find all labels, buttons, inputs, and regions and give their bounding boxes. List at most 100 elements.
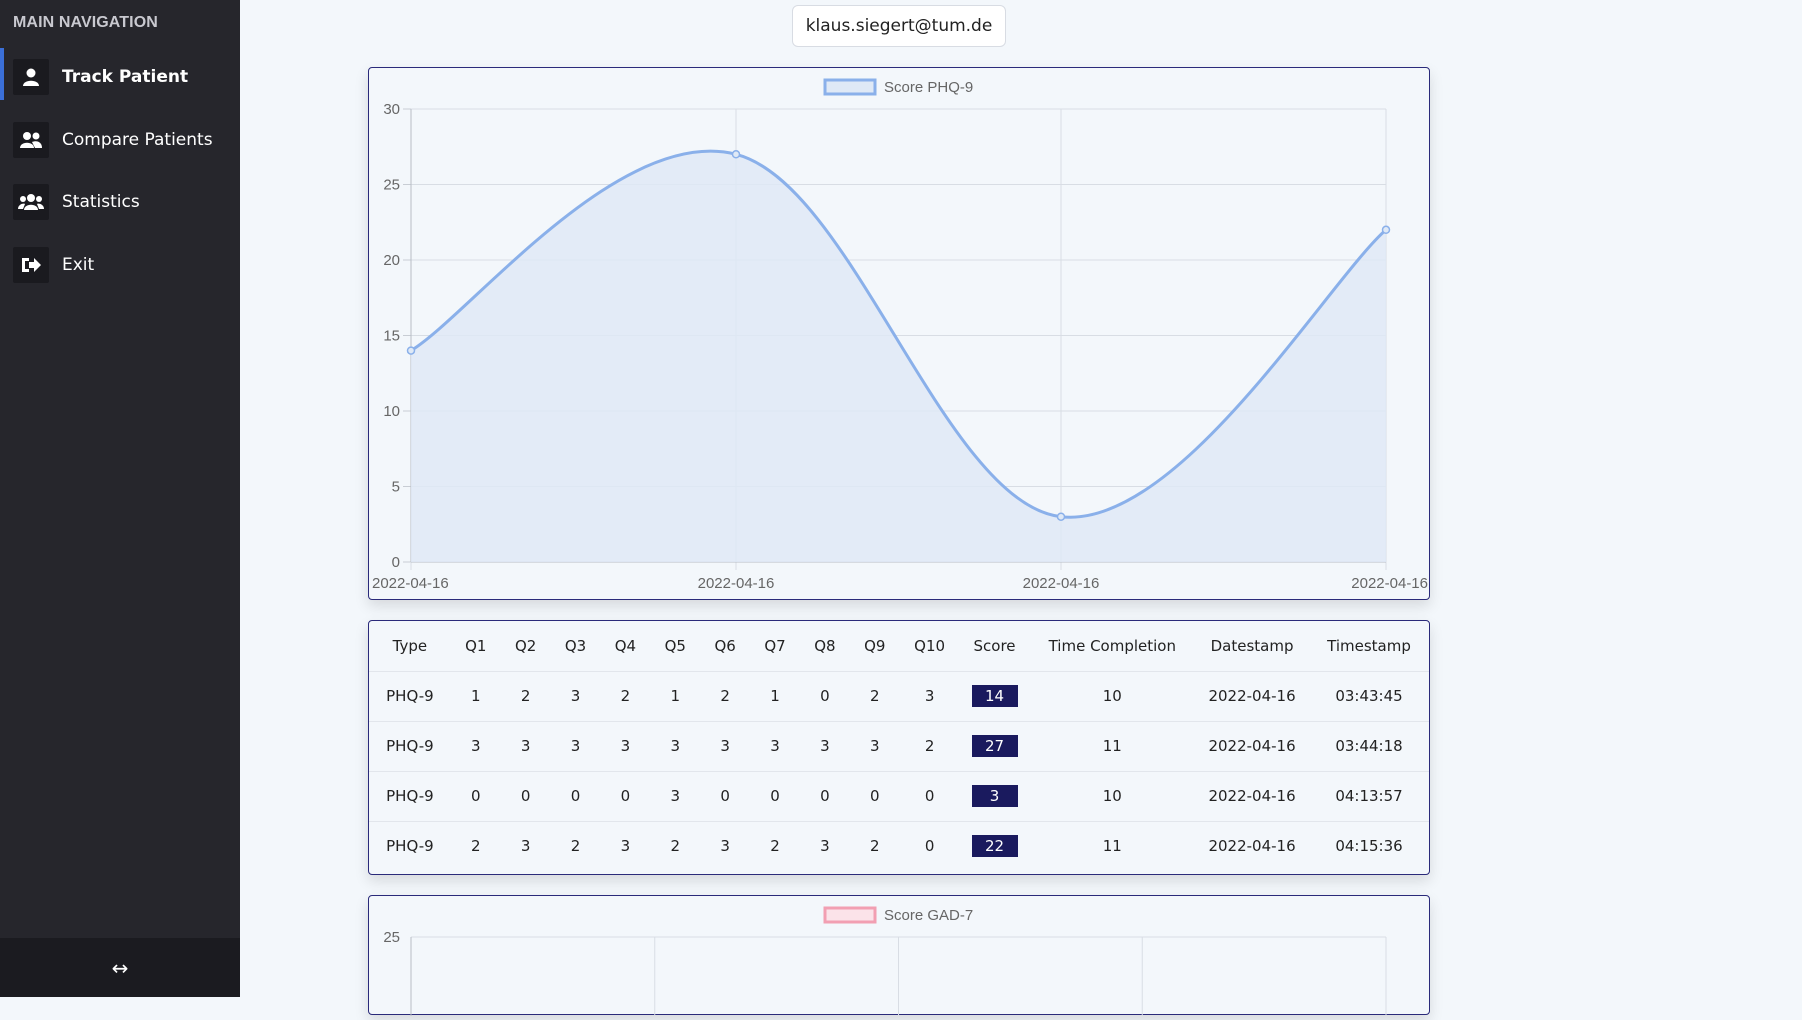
table-cell: 3 xyxy=(600,820,651,871)
table-cell: 2 xyxy=(899,720,960,771)
table-cell: 10 xyxy=(1029,770,1196,821)
nav-label: Track Patient xyxy=(62,67,189,87)
column-header: Score xyxy=(973,636,1016,655)
table-cell: 3 xyxy=(550,720,601,771)
table-cell: 04:13:57 xyxy=(1309,770,1429,821)
data-point xyxy=(731,150,741,159)
table-cell: 0 xyxy=(849,770,900,821)
table-cell: 11 xyxy=(1029,720,1196,771)
table-cell: 0 xyxy=(600,770,651,821)
y-tick-label: 10 xyxy=(383,403,400,420)
x-tick-label: 2022-04-16 xyxy=(372,575,449,592)
column-header: Type xyxy=(392,636,428,655)
table-cell: 0 xyxy=(799,770,850,821)
table-cell: 2 xyxy=(750,820,800,871)
column-header: Q2 xyxy=(514,636,537,655)
table-cell: 0 xyxy=(500,770,551,821)
table-cell: 2 xyxy=(700,670,751,721)
table-cell: PHQ-9 xyxy=(369,820,451,871)
column-header: Q10 xyxy=(914,636,946,655)
results-table-card: Type Q1 Q2 Q3 Q4 Q5 Q6 Q7 Q8 Q9 Q10 Score Time Compl… xyxy=(368,620,1430,875)
user-icon xyxy=(13,59,49,95)
table-header-row: Type Q1 Q2 Q3 Q4 Q5 Q6 Q7 Q8 Q9 Q10 Score Time Compl… xyxy=(369,621,1429,671)
table-cell: 3 xyxy=(700,720,751,771)
table-cell: 0 xyxy=(450,770,501,821)
table-cell: 11 xyxy=(1029,820,1196,871)
phq9-chart: Score PHQ-9 0 5 10 15 20 25 30 2022-04-16 2022-04… xyxy=(372,78,1428,592)
phq9-chart-card: Score PHQ-9 0 5 10 15 20 25 30 2022-04-16 2022-04… xyxy=(368,67,1430,600)
table-cell: 14 xyxy=(959,670,1030,721)
table-row: PHQ-9 1 2 3 2 1 2 1 0 2 3 14 10 2022-04-16 03:43:45 xyxy=(369,670,1429,721)
table-cell: 0 xyxy=(700,770,751,821)
score-badge: 3 xyxy=(971,785,1018,807)
table-cell: 2 xyxy=(849,670,900,721)
table-cell: 03:43:45 xyxy=(1309,670,1429,721)
table-row: PHQ-9 0 0 0 0 3 0 0 0 0 0 3 10 2022-04-16 04:13:57 xyxy=(369,770,1429,821)
table-row: PHQ-9 2 3 2 3 2 3 2 3 2 0 22 11 2022-04-16 04:15:36 xyxy=(369,820,1429,871)
results-table: Type Q1 Q2 Q3 Q4 Q5 Q6 Q7 Q8 Q9 Q10 Score Time Compl… xyxy=(369,621,1429,871)
table-cell: 2 xyxy=(450,820,501,871)
users-icon xyxy=(13,122,49,158)
sidebar-toggle-icon[interactable]: ↔ xyxy=(112,956,129,980)
table-cell: 3 xyxy=(799,720,850,771)
table-cell: 03:44:18 xyxy=(1309,720,1429,771)
column-header: Timestamp xyxy=(1327,636,1411,655)
table-cell: 2022-04-16 xyxy=(1195,670,1309,721)
table-cell: 2 xyxy=(600,670,651,721)
table-cell: 2 xyxy=(849,820,900,871)
column-header: Datestamp xyxy=(1210,636,1294,655)
nav-label: Compare Patients xyxy=(62,130,213,150)
gad7-chart: Score GAD-7 25 xyxy=(383,906,1387,1016)
table-cell: 2 xyxy=(650,820,701,871)
column-header: Q1 xyxy=(465,636,487,655)
column-header: Q3 xyxy=(564,636,587,655)
table-cell: 2 xyxy=(550,820,601,871)
table-cell: 3 xyxy=(959,770,1030,821)
table-cell: 3 xyxy=(650,770,701,821)
column-header: Q9 xyxy=(864,636,886,655)
legend-swatch xyxy=(823,906,877,924)
y-tick-label: 15 xyxy=(383,328,400,345)
nav-item-track-patient[interactable]: Track Patient xyxy=(0,48,240,102)
y-tick-label: 20 xyxy=(383,252,400,269)
table-cell: 3 xyxy=(550,670,601,721)
nav-item-exit[interactable]: Exit xyxy=(0,240,240,290)
table-cell: 0 xyxy=(899,820,960,871)
nav-item-compare-patients[interactable]: Compare Patients xyxy=(0,115,240,165)
nav-item-statistics[interactable]: Statistics xyxy=(0,177,240,227)
table-cell: 3 xyxy=(650,720,701,771)
table-cell: 3 xyxy=(700,820,751,871)
chart-legend: Score GAD-7 xyxy=(823,906,973,924)
table-cell: 3 xyxy=(799,820,850,871)
column-header: Q5 xyxy=(664,636,686,655)
column-header: Q4 xyxy=(614,636,637,655)
table-cell: 2 xyxy=(500,670,551,721)
legend-label: Score PHQ-9 xyxy=(884,79,973,96)
table-cell: 2022-04-16 xyxy=(1195,720,1309,771)
y-tick-label: 0 xyxy=(392,554,400,571)
y-tick-label: 25 xyxy=(383,929,400,946)
sidebar: MAIN NAVIGATION Track Patient Compare Pa… xyxy=(0,0,240,997)
table-cell: 3 xyxy=(450,720,501,771)
table-cell: 3 xyxy=(500,820,551,871)
table-cell: 0 xyxy=(550,770,601,821)
user-email: klaus.siegert@tum.de xyxy=(792,5,1006,47)
x-tick-label: 2022-04-16 xyxy=(1023,575,1100,592)
table-row: PHQ-9 3 3 3 3 3 3 3 3 3 2 27 11 2022-04-16 03:44:18 xyxy=(369,720,1429,771)
data-point xyxy=(1056,512,1066,521)
legend-label: Score GAD-7 xyxy=(884,907,973,924)
table-cell: 2022-04-16 xyxy=(1195,820,1309,871)
table-cell: 1 xyxy=(750,670,800,721)
sidebar-footer: ↔ xyxy=(0,938,240,997)
table-cell: 0 xyxy=(799,670,850,721)
y-tick-label: 5 xyxy=(392,479,400,496)
table-cell: 22 xyxy=(959,820,1030,871)
table-cell: 10 xyxy=(1029,670,1196,721)
table-cell: PHQ-9 xyxy=(369,670,451,721)
series-area xyxy=(411,151,1386,562)
table-cell: 27 xyxy=(959,720,1030,771)
table-cell: 0 xyxy=(899,770,960,821)
nav-label: Statistics xyxy=(62,192,140,212)
data-point xyxy=(406,346,416,355)
table-cell: 3 xyxy=(500,720,551,771)
